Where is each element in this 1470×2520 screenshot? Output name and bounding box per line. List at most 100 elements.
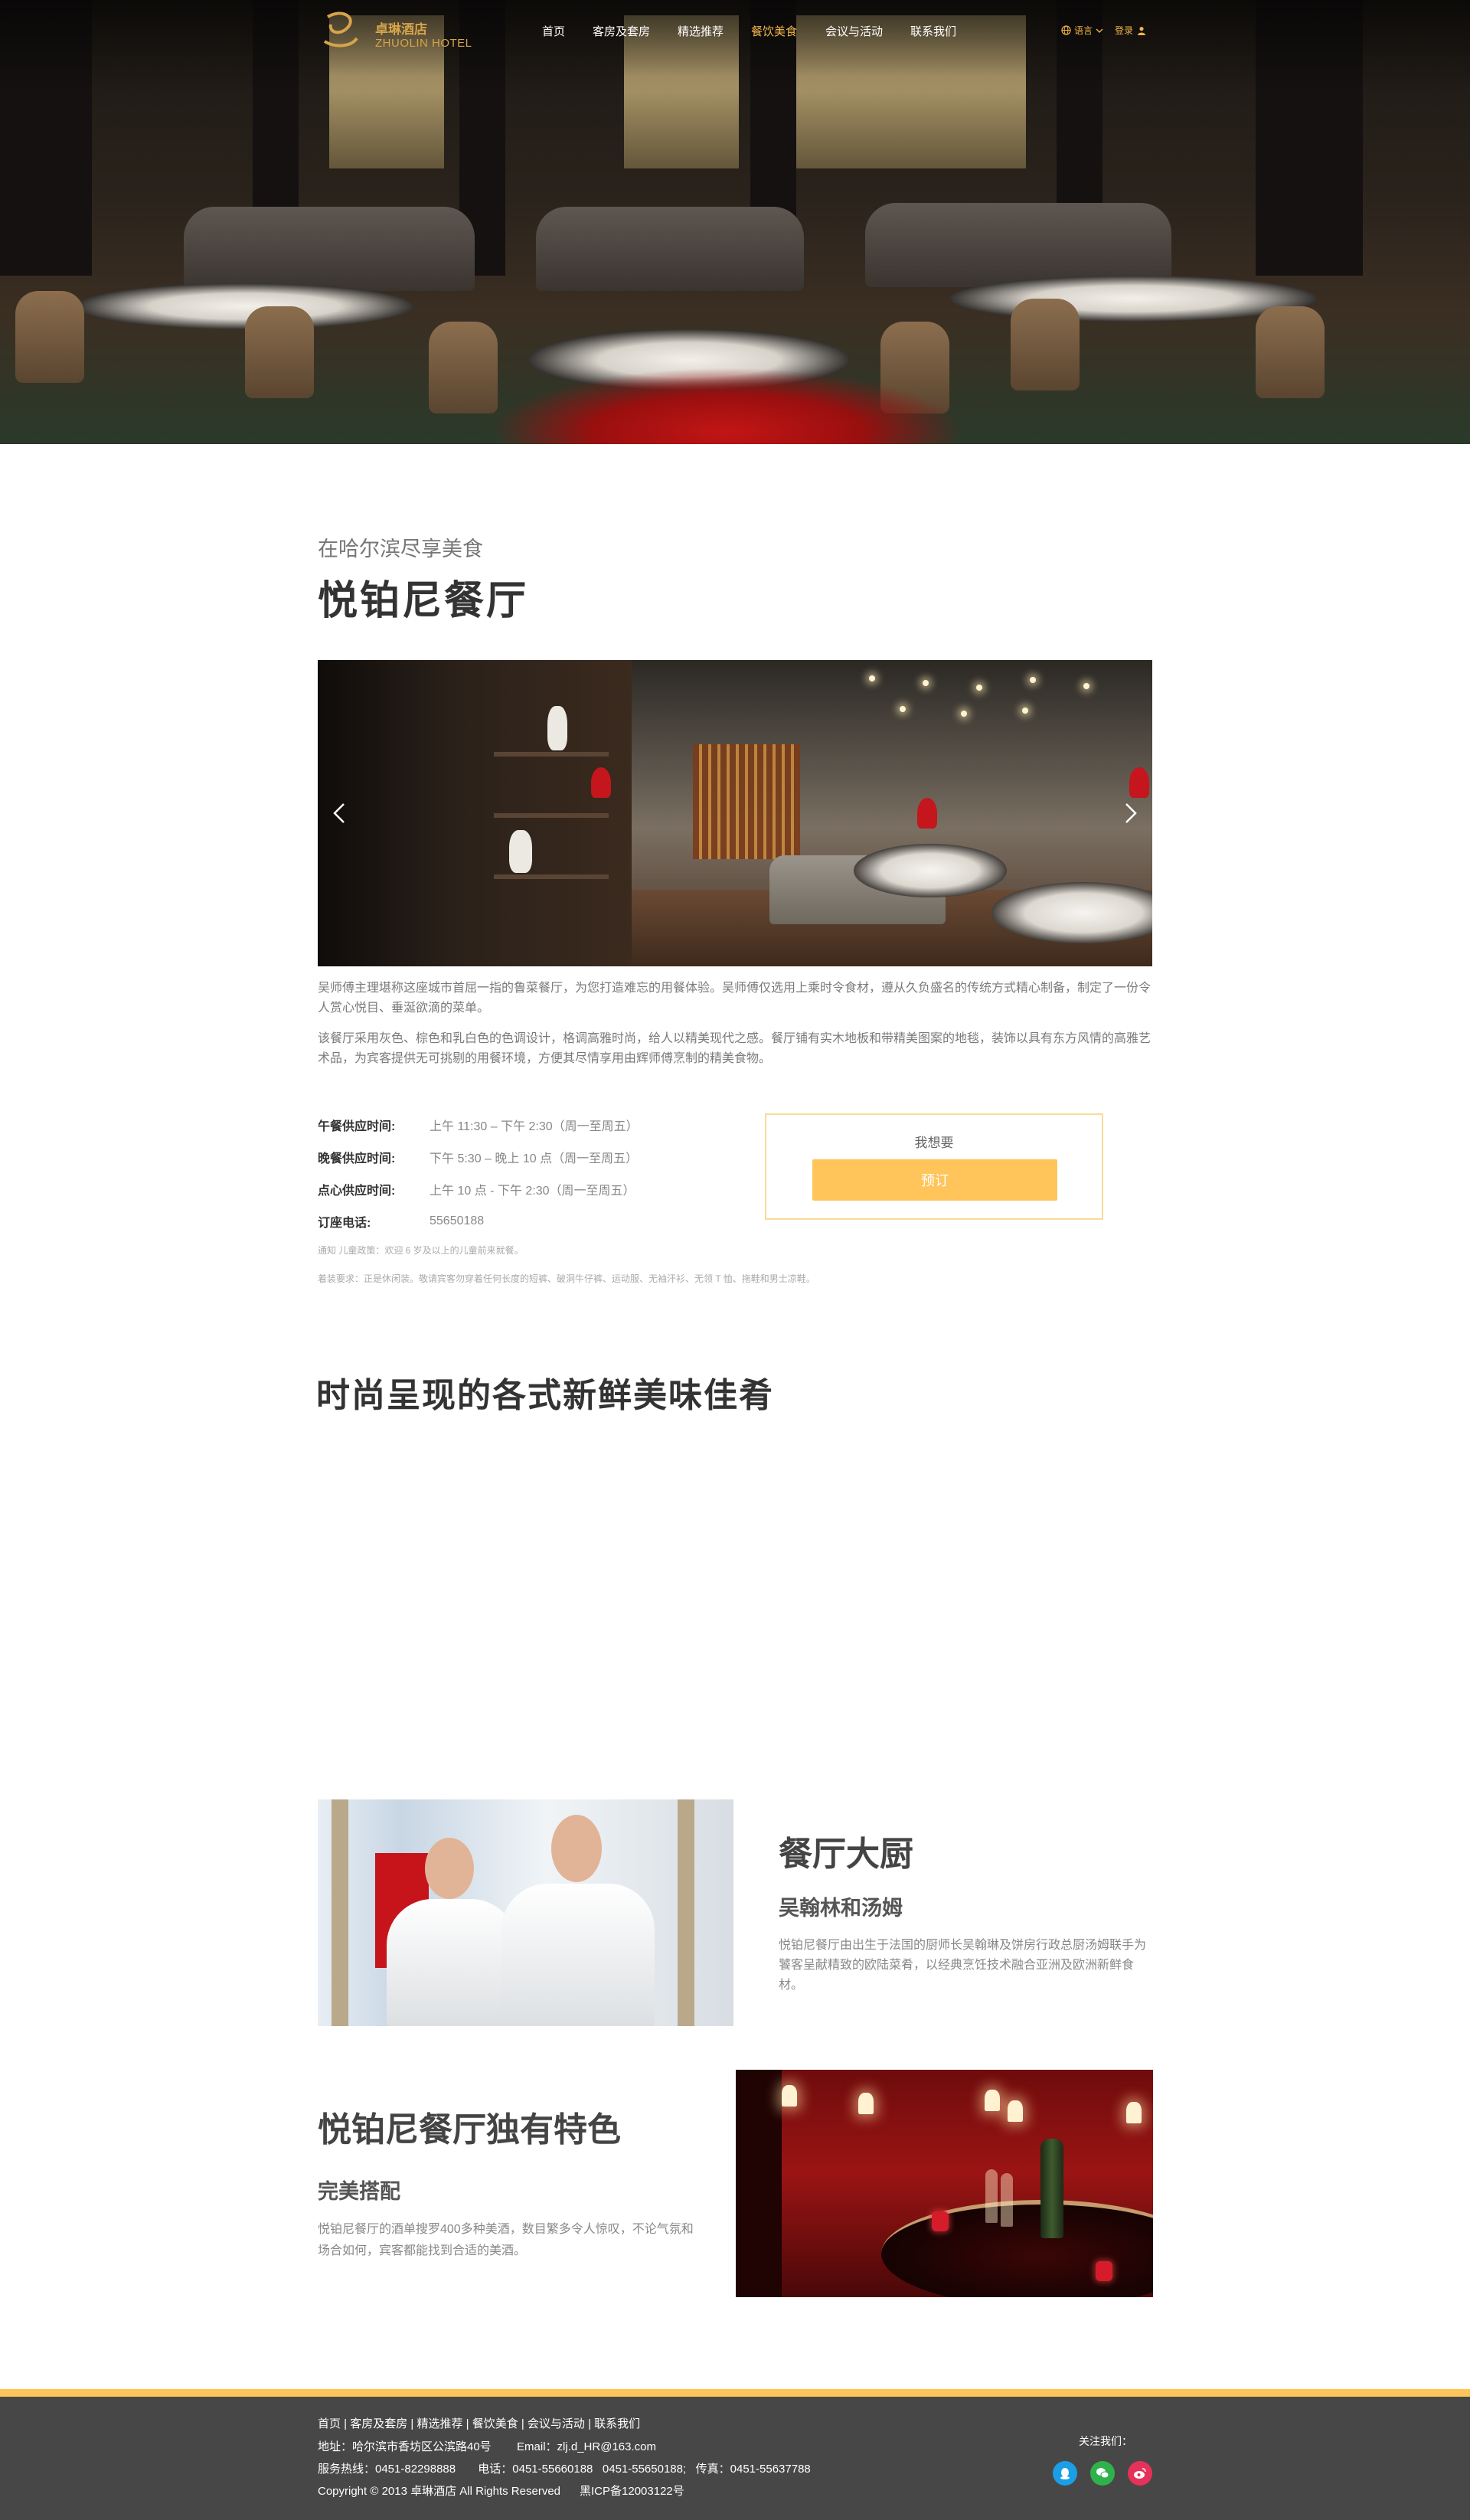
language-selector[interactable]: 语言 — [1061, 24, 1104, 37]
slider-prev-arrow-icon[interactable] — [325, 798, 356, 829]
nav-utilities: 语言 登录 — [1061, 24, 1146, 37]
slider-next-arrow-icon[interactable] — [1114, 798, 1145, 829]
description-paragraph: 该餐厅采用灰色、棕色和乳白色的色调设计，格调高雅时尚，给人以精美现代之感。餐厅铺… — [318, 1032, 1152, 1065]
opening-hours: 午餐供应时间: 上午 11:30 – 下午 2:30（周一至周五） 晚餐供应时间… — [318, 1109, 716, 1237]
hours-value: 下午 5:30 – 晚上 10 点（周一至周五） — [430, 1152, 639, 1165]
slider-light — [1022, 708, 1028, 714]
hero-banner — [0, 0, 1470, 444]
hours-row: 订座电话: 55650188 — [318, 1205, 716, 1237]
chef-names: 吴翰林和汤姆 — [779, 1897, 903, 1920]
slider-light — [1030, 677, 1036, 683]
wechat-icon[interactable] — [1090, 2461, 1115, 2486]
restaurant-image-slider[interactable] — [318, 660, 1152, 966]
footer-address: 地址：哈尔滨市香坊区公滨路40号 Email：zlj.d_HR@163.com — [318, 2440, 656, 2453]
qq-icon[interactable] — [1053, 2461, 1077, 2486]
hero-chair — [245, 306, 314, 398]
hero-table — [77, 283, 413, 329]
reservation-phone-label: 订座电话: — [318, 1217, 371, 1230]
footer-links[interactable]: 首页 | 客房及套房 | 精选推荐 | 餐饮美食 | 会议与活动 | 联系我们 — [318, 2415, 640, 2431]
feature-subtitle: 完美搭配 — [318, 2180, 400, 2203]
chef-section-title: 餐厅大厨 — [779, 1835, 913, 1873]
hours-value: 上午 10 点 - 下午 2:30（周一至周五） — [430, 1185, 635, 1198]
wine-bar-photo — [736, 2070, 1153, 2297]
wall-lamp — [782, 2085, 797, 2107]
chef-head — [425, 1838, 474, 1899]
wine-glass — [1001, 2173, 1013, 2227]
nav-item-contact[interactable]: 联系我们 — [910, 23, 972, 39]
book-button[interactable]: 预订 — [812, 1159, 1057, 1201]
footer-phones: 服务热线：0451-82298888 电话：0451-55660188 0451… — [318, 2463, 811, 2476]
logo-text-en: ZHUOLIN HOTEL — [375, 37, 472, 50]
feature-description: 悦铂尼餐厅的酒单搜罗400多种美酒，数目繁多令人惊叹，不论气氛和场合如何，宾客都… — [318, 2223, 694, 2257]
wine-glass — [985, 2169, 998, 2223]
hours-row: 午餐供应时间: 上午 11:30 – 下午 2:30（周一至周五） — [318, 1109, 716, 1141]
logo-text-cn: 卓琳酒店 — [375, 22, 427, 37]
logo[interactable]: 卓琳酒店 ZHUOLIN HOTEL — [320, 8, 473, 52]
wall-lamp — [985, 2090, 1000, 2111]
chevron-down-icon — [1096, 28, 1103, 33]
photo-pillar — [736, 2070, 782, 2297]
chef-figure — [501, 1884, 655, 2026]
hours-value: 上午 11:30 – 下午 2:30（周一至周五） — [430, 1120, 639, 1133]
wall-lamp — [1008, 2100, 1023, 2122]
slider-shelf — [494, 813, 609, 818]
hours-row: 晚餐供应时间: 下午 5:30 – 晚上 10 点（周一至周五） — [318, 1141, 716, 1173]
feature-section-title: 悦铂尼餐厅独有特色 — [318, 2111, 621, 2149]
slider-shelf — [494, 752, 609, 757]
slider-light — [923, 680, 929, 686]
weibo-icon[interactable] — [1128, 2461, 1152, 2486]
booking-box: 我想要 预订 — [765, 1113, 1103, 1220]
footer-copyright: Copyright © 2013 卓琳酒店 All Rights Reserve… — [318, 2485, 684, 2498]
hours-row: 点心供应时间: 上午 10 点 - 下午 2:30（周一至周五） — [318, 1173, 716, 1205]
chef-description: 悦铂尼餐厅由出生于法国的厨师长吴翰琳及饼房行政总厨汤姆联手为饕客呈献精致的欧陆菜… — [779, 1939, 1147, 1992]
slider-shelf — [494, 874, 609, 879]
slider-light — [900, 706, 906, 712]
wall-lamp — [1126, 2102, 1142, 2123]
slider-wine-cabinet — [693, 744, 800, 859]
candle — [1096, 2261, 1112, 2281]
slider-light — [976, 685, 982, 691]
description-paragraph: 吴师傅主理堪称这座城市首屈一指的鲁菜餐厅，为您打造难忘的用餐体验。吴师傅仅选用上… — [318, 982, 1152, 1015]
nav-item-featured[interactable]: 精选推荐 — [678, 23, 751, 39]
window-frame — [678, 1799, 694, 2026]
main-menu: 首页 客房及套房 精选推荐 餐饮美食 会议与活动 联系我们 — [542, 23, 972, 39]
hero-sofa — [536, 207, 804, 291]
user-icon — [1138, 26, 1146, 35]
slider-flower — [591, 767, 611, 798]
nav-item-dining[interactable]: 餐饮美食 — [751, 23, 825, 39]
login-label: 登录 — [1115, 25, 1134, 36]
dress-code-note: 着装要求：正是休闲装。敬请宾客勿穿着任何长度的短裤、破洞牛仔裤、运动服、无袖汗衫… — [318, 1273, 815, 1284]
champagne-bottle — [1040, 2139, 1063, 2238]
hero-flowers — [490, 368, 965, 444]
hero-chair — [1256, 306, 1325, 398]
chef-head — [551, 1815, 602, 1882]
footer-accent-bar — [0, 2389, 1470, 2397]
hours-label: 点心供应时间: — [318, 1185, 396, 1198]
logo-icon — [323, 11, 358, 47]
page-title: 悦铂尼餐厅 — [318, 580, 529, 623]
hours-label: 午餐供应时间: — [318, 1120, 396, 1133]
hero-chair — [429, 322, 498, 413]
window-frame — [332, 1799, 348, 2026]
top-nav: 卓琳酒店 ZHUOLIN HOTEL 首页 客房及套房 精选推荐 餐饮美食 会议… — [0, 0, 1470, 61]
candle — [932, 2211, 949, 2231]
login-link[interactable]: 登录 — [1115, 24, 1146, 37]
section-title: 时尚呈现的各式新鲜美味佳肴 — [316, 1377, 774, 1414]
slider-vase — [509, 830, 532, 873]
children-policy-note: 通知 儿童政策：欢迎 6 岁及以上的儿童前来就餐。 — [318, 1245, 524, 1256]
booking-prompt: 我想要 — [914, 1136, 954, 1150]
slider-table — [854, 844, 1007, 897]
nav-item-home[interactable]: 首页 — [542, 23, 593, 39]
slider-light — [1083, 683, 1089, 689]
bar-counter — [881, 2200, 1153, 2297]
slider-light — [869, 675, 875, 681]
slider-vase — [547, 706, 567, 750]
nav-item-meetings[interactable]: 会议与活动 — [825, 23, 910, 39]
reservation-phone-value: 55650188 — [430, 1214, 485, 1227]
hero-sofa — [865, 203, 1171, 287]
chef-photo — [318, 1799, 733, 2026]
slider-light — [961, 711, 967, 717]
nav-item-rooms[interactable]: 客房及套房 — [593, 23, 678, 39]
globe-icon — [1061, 25, 1071, 35]
follow-us-label: 关注我们： — [1079, 2435, 1132, 2447]
